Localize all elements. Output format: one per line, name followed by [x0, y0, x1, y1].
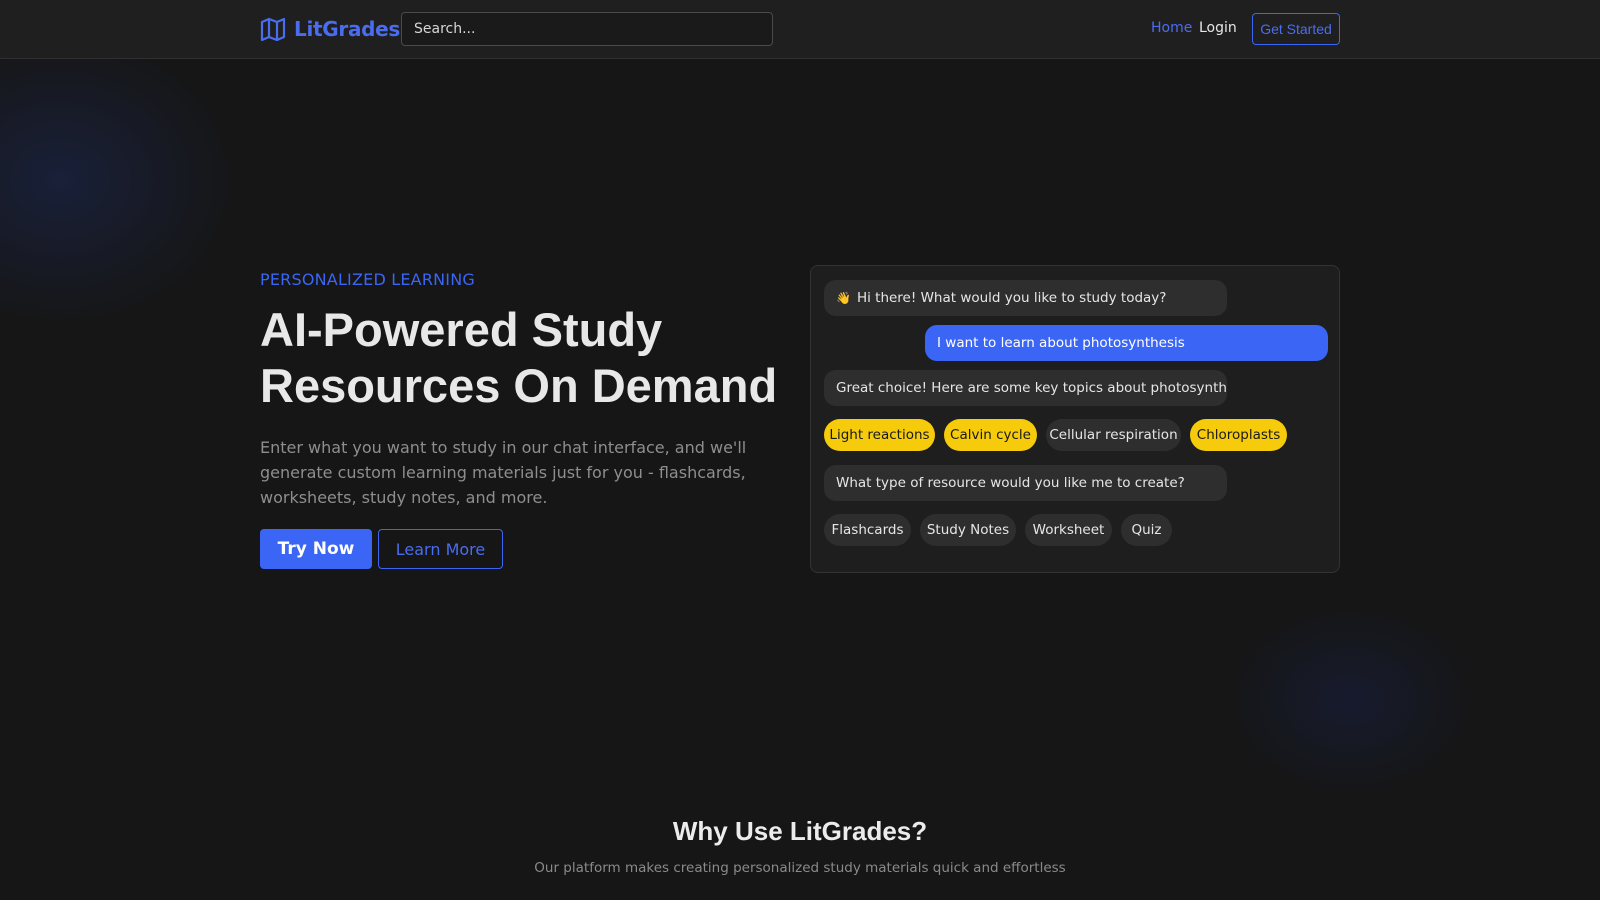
chat-preview-card: 👋 Hi there! What would you like to study… [810, 265, 1340, 573]
open-book-icon [260, 17, 286, 41]
waving-hand-icon: 👋 [836, 291, 851, 305]
resource-option-study-notes[interactable]: Study Notes [920, 514, 1016, 546]
search-input[interactable] [401, 12, 773, 46]
bot-reply-text: Great choice! Here are some key topics a… [836, 380, 1227, 396]
hero-eyebrow: PERSONALIZED LEARNING [260, 270, 475, 289]
topic-chip-chloroplasts[interactable]: Chloroplasts [1190, 419, 1287, 451]
brand-logo[interactable]: LitGrades [260, 16, 400, 42]
nav-link-login[interactable]: Login [1199, 20, 1237, 36]
why-section-title: Why Use LitGrades? [672, 816, 928, 846]
learn-more-button[interactable]: Learn More [378, 529, 503, 569]
bot-question-message: What type of resource would you like me … [824, 465, 1227, 501]
background-glow-bottom-right [1220, 600, 1480, 800]
bot-greeting-message: 👋 Hi there! What would you like to study… [824, 280, 1227, 316]
brand-name: LitGrades [294, 17, 401, 41]
topic-chip-light-reactions[interactable]: Light reactions [824, 419, 935, 451]
page: LitGrades Home Login Get Started PERSONA… [0, 0, 1600, 900]
top-navbar: LitGrades Home Login Get Started [0, 0, 1600, 59]
hero-description: Enter what you want to study in our chat… [260, 438, 747, 507]
bot-question-text: What type of resource would you like me … [836, 475, 1185, 491]
bot-greeting-text: Hi there! What would you like to study t… [856, 290, 1167, 306]
resource-option-quiz[interactable]: Quiz [1121, 514, 1172, 546]
get-started-button[interactable]: Get Started [1252, 13, 1340, 45]
topic-chip-cellular-respiration[interactable]: Cellular respiration [1046, 419, 1181, 451]
nav-link-home[interactable]: Home [1151, 20, 1192, 36]
hero-title: AI-Powered Study Resources On Demand [260, 303, 778, 412]
resource-option-flashcards[interactable]: Flashcards [824, 514, 911, 546]
user-message-text: I want to learn about photosynthesis [937, 335, 1185, 351]
why-section-subtitle: Our platform makes creating personalized… [534, 860, 1066, 876]
topic-chip-calvin-cycle[interactable]: Calvin cycle [944, 419, 1037, 451]
try-now-button[interactable]: Try Now [260, 529, 372, 569]
resource-option-worksheet[interactable]: Worksheet [1025, 514, 1112, 546]
bot-reply-message: Great choice! Here are some key topics a… [824, 370, 1227, 406]
background-glow-top-left [0, 30, 240, 330]
user-message: I want to learn about photosynthesis [925, 325, 1328, 361]
